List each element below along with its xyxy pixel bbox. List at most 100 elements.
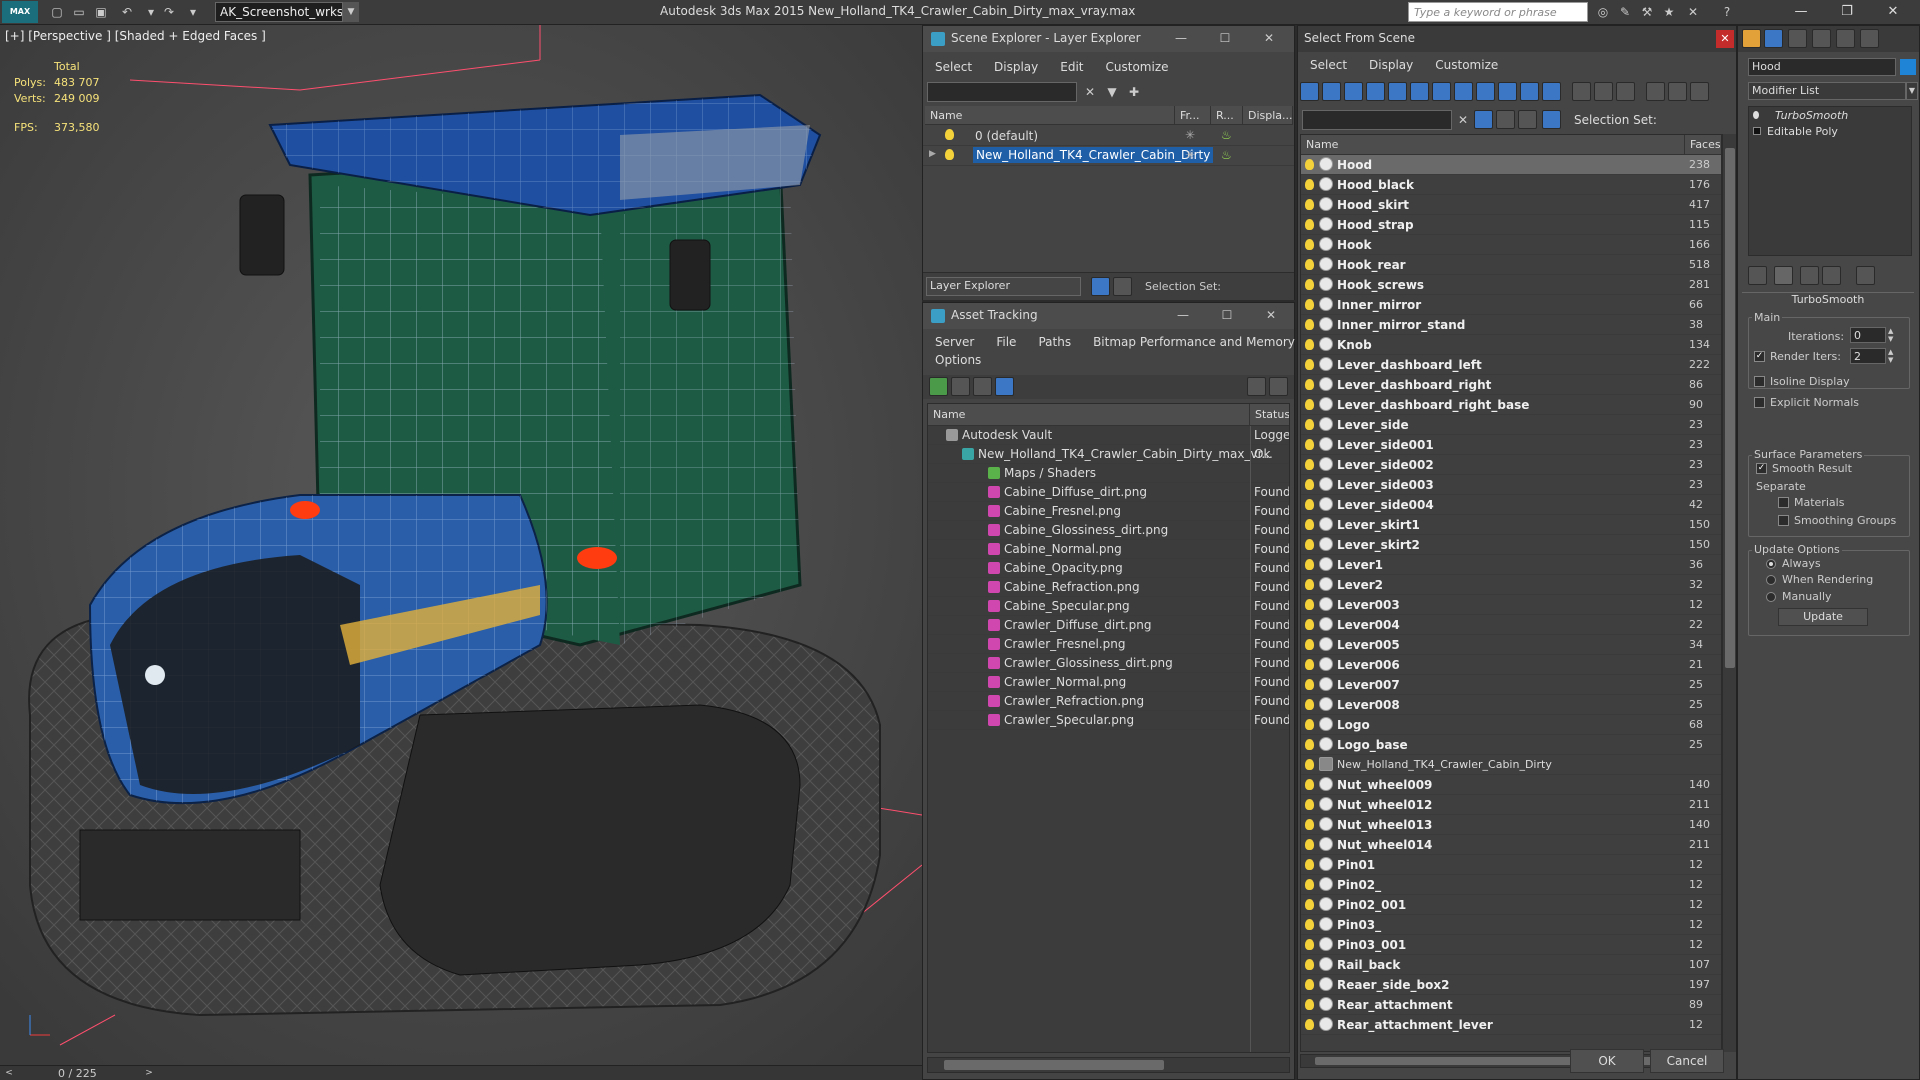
undo-dropdown-icon[interactable]: ▾ — [142, 3, 160, 21]
asset-hscroll[interactable] — [927, 1057, 1290, 1073]
object-row[interactable]: Nut_wheel012 211 — [1301, 795, 1721, 815]
light-bulb-icon[interactable] — [1305, 359, 1314, 370]
object-row[interactable]: Rail_back 107 — [1301, 955, 1721, 975]
light-bulb-icon[interactable] — [1305, 599, 1314, 610]
iterations-field[interactable]: 0 — [1850, 327, 1886, 343]
render-teapot-icon[interactable]: ♨ — [1221, 128, 1232, 142]
object-row[interactable]: Logo 68 — [1301, 715, 1721, 735]
menu-edit[interactable]: Edit — [1048, 58, 1093, 74]
object-row[interactable]: Lever_side001 23 — [1301, 435, 1721, 455]
subscription-icon[interactable]: ⚒ — [1638, 3, 1656, 21]
layers-toggle-icon[interactable] — [1091, 277, 1110, 296]
configure-sets-icon[interactable] — [1856, 266, 1875, 285]
filter-toggle-icon[interactable] — [1498, 82, 1517, 101]
modifier-list-dropdown[interactable]: Modifier List — [1748, 82, 1906, 100]
filter-toggle-icon[interactable] — [1476, 82, 1495, 101]
object-row[interactable]: Lever008 25 — [1301, 695, 1721, 715]
menu-customize[interactable]: Customize — [1094, 58, 1179, 74]
asset-row[interactable]: Autodesk Vault Logged — [928, 426, 1289, 445]
filter-toggle-icon[interactable] — [1646, 82, 1665, 101]
asset-tracking-maximize-icon[interactable]: ☐ — [1215, 305, 1239, 325]
smooth-result-checkbox[interactable]: ✓ — [1756, 463, 1767, 474]
manually-radio[interactable] — [1766, 592, 1776, 602]
viewport-label[interactable]: [+] [Perspective ] [Shaded + Edged Faces… — [5, 29, 266, 43]
filter-toggle-icon[interactable] — [1410, 82, 1429, 101]
render-iters-checkbox[interactable]: ✓ — [1754, 351, 1765, 362]
isoline-checkbox[interactable] — [1754, 376, 1765, 387]
light-bulb-icon[interactable] — [1305, 459, 1314, 470]
smoothing-groups-checkbox[interactable] — [1778, 515, 1789, 526]
light-bulb-icon[interactable] — [1305, 759, 1314, 770]
thumbnail-view-icon[interactable] — [973, 377, 992, 396]
light-bulb-icon[interactable] — [1305, 919, 1314, 930]
light-bulb-icon[interactable] — [1305, 899, 1314, 910]
filter-toggle-icon[interactable] — [1690, 82, 1709, 101]
close-x-icon[interactable]: ✕ — [1684, 3, 1702, 21]
layer-row[interactable]: 0 (default) ✳ ♨ — [923, 126, 1294, 146]
asset-row[interactable]: New_Holland_TK4_Crawler_Cabin_Dirty_max_… — [928, 445, 1289, 464]
object-row[interactable]: Nut_wheel009 140 — [1301, 775, 1721, 795]
select-search-input[interactable] — [1302, 110, 1452, 130]
sfs-menu-display[interactable]: Display — [1357, 56, 1423, 72]
object-row[interactable]: Rear_attachment_lever 12 — [1301, 1015, 1721, 1035]
object-row[interactable]: Pin03_ 12 — [1301, 915, 1721, 935]
object-row[interactable]: Inner_mirror_stand 38 — [1301, 315, 1721, 335]
object-row[interactable]: Pin02_001 12 — [1301, 895, 1721, 915]
asset-tracking-close-icon[interactable]: ✕ — [1259, 305, 1283, 325]
menu-bitmap[interactable]: Bitmap Performance and Memory — [1081, 333, 1305, 349]
explicit-normals-checkbox[interactable] — [1754, 397, 1765, 408]
close-icon[interactable]: ✕ — [1878, 3, 1908, 21]
clear-search-icon[interactable]: ✕ — [1081, 83, 1099, 101]
object-row[interactable]: Logo_base 25 — [1301, 735, 1721, 755]
select-layer-icon[interactable] — [1496, 110, 1515, 129]
filter-toggle-icon[interactable] — [1594, 82, 1613, 101]
list-view-icon[interactable] — [951, 377, 970, 396]
object-row[interactable]: Inner_mirror 66 — [1301, 295, 1721, 315]
object-row[interactable]: Lever_dashboard_right 86 — [1301, 375, 1721, 395]
select-tree-icon[interactable] — [1542, 110, 1561, 129]
filter-toggle-icon[interactable] — [1616, 82, 1635, 101]
asset-row[interactable]: Cabine_Specular.png Found — [928, 597, 1289, 616]
object-row[interactable]: Lever006 21 — [1301, 655, 1721, 675]
object-row[interactable]: Lever_skirt1 150 — [1301, 515, 1721, 535]
freeze-icon[interactable]: ✳ — [1185, 148, 1195, 162]
object-row-selected[interactable]: Hood 238 — [1301, 155, 1721, 175]
light-bulb-icon[interactable] — [1305, 159, 1314, 170]
light-bulb-icon[interactable] — [1305, 799, 1314, 810]
favorites-icon[interactable]: ★ — [1660, 3, 1678, 21]
app-logo[interactable]: MAX — [2, 1, 38, 23]
menu-select[interactable]: Select — [923, 58, 982, 74]
help-icon[interactable] — [1247, 377, 1266, 396]
workspace-selector[interactable]: AK_Screenshot_wrksp — [215, 2, 343, 22]
filter-toggle-icon[interactable] — [1366, 82, 1385, 101]
create-tab-icon[interactable] — [1742, 29, 1761, 48]
asset-row[interactable]: Cabine_Opacity.png Found — [928, 559, 1289, 578]
asset-row[interactable]: Cabine_Refraction.png Found — [928, 578, 1289, 597]
light-bulb-icon[interactable] — [1305, 259, 1314, 270]
modifier-dropdown-icon[interactable]: ▼ — [1906, 82, 1918, 100]
col-render[interactable]: R... — [1211, 106, 1243, 125]
filter-toggle-icon[interactable] — [1572, 82, 1591, 101]
materials-checkbox[interactable] — [1778, 497, 1789, 508]
next-frame-icon[interactable]: > — [142, 1066, 156, 1080]
settings-icon[interactable] — [1269, 377, 1288, 396]
open-folder-icon[interactable]: ▭ — [70, 3, 88, 21]
filter-toggle-icon[interactable] — [1520, 82, 1539, 101]
col-name[interactable]: Name — [925, 106, 1175, 125]
explorer-type-dropdown[interactable]: Layer Explorer — [926, 277, 1081, 296]
sfs-menu-select[interactable]: Select — [1298, 56, 1357, 72]
menu-paths[interactable]: Paths — [1026, 333, 1081, 349]
scene-explorer-search[interactable] — [927, 82, 1077, 102]
display-tab-icon[interactable] — [1836, 29, 1855, 48]
when-rendering-radio[interactable] — [1766, 575, 1776, 585]
filter-toggle-icon[interactable] — [1454, 82, 1473, 101]
asset-col-status[interactable]: Status — [1250, 404, 1289, 426]
object-row[interactable]: Lever_side003 23 — [1301, 475, 1721, 495]
utilities-tab-icon[interactable] — [1860, 29, 1879, 48]
light-bulb-icon[interactable] — [1305, 839, 1314, 850]
asset-row[interactable]: Crawler_Normal.png Found — [928, 673, 1289, 692]
col-freeze[interactable]: Fr... — [1175, 106, 1211, 125]
freeze-icon[interactable]: ✳ — [1185, 128, 1195, 142]
object-name-field[interactable]: Hood — [1748, 58, 1896, 76]
light-bulb-icon[interactable] — [1305, 1019, 1314, 1030]
